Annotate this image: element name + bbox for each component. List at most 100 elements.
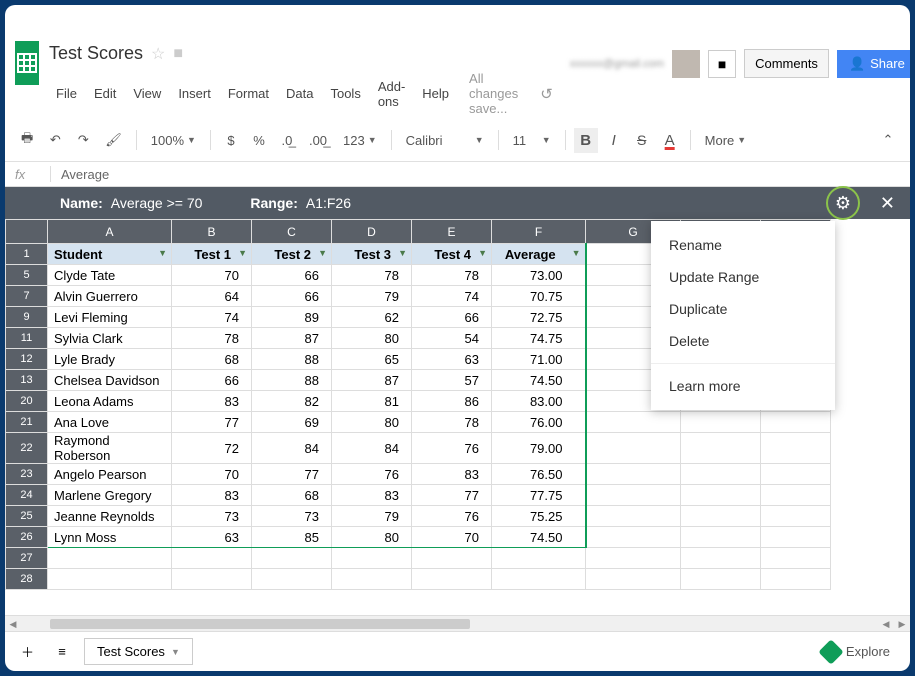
avatar[interactable] [672, 50, 700, 78]
decrease-decimal-icon[interactable]: .0̲ [275, 129, 299, 152]
cell[interactable]: 70 [412, 527, 492, 548]
cell[interactable]: 66 [252, 265, 332, 286]
filter-icon[interactable]: ▼ [238, 248, 247, 258]
cell[interactable]: 83 [332, 485, 412, 506]
col-c[interactable]: C [252, 220, 332, 244]
cell[interactable] [586, 485, 681, 506]
cell[interactable]: 87 [252, 328, 332, 349]
strikethrough-button[interactable]: S [630, 128, 654, 152]
header-t3[interactable]: Test 3▼ [332, 244, 412, 265]
cell[interactable]: 77 [172, 412, 252, 433]
menu-edit[interactable]: Edit [87, 83, 123, 104]
row-head[interactable]: 21 [6, 412, 48, 433]
cell[interactable] [492, 548, 586, 569]
browser-tab[interactable] [30, 7, 210, 35]
cell[interactable] [761, 433, 831, 464]
cell[interactable] [586, 548, 681, 569]
cell[interactable]: 72 [172, 433, 252, 464]
cell[interactable]: 83 [412, 464, 492, 485]
cell[interactable]: 70.75 [492, 286, 586, 307]
cell[interactable] [332, 569, 412, 590]
cell[interactable] [681, 506, 761, 527]
menu-addons[interactable]: Add-ons [371, 76, 412, 112]
filter-icon[interactable]: ▼ [398, 248, 407, 258]
folder-icon[interactable]: ■ [173, 45, 183, 63]
cell[interactable]: 80 [332, 412, 412, 433]
sheets-logo[interactable] [15, 41, 39, 85]
bold-button[interactable]: B [574, 128, 598, 153]
menu-learn-more[interactable]: Learn more [651, 370, 835, 402]
font-dropdown[interactable]: Calibri▼ [400, 130, 490, 151]
cell[interactable]: Raymond Roberson [48, 433, 172, 464]
cell[interactable]: Ana Love [48, 412, 172, 433]
filter-name-value[interactable]: Average >= 70 [111, 195, 203, 211]
cell[interactable]: 66 [412, 307, 492, 328]
cell[interactable] [332, 548, 412, 569]
row-1-head[interactable]: 1 [6, 244, 48, 265]
cell[interactable] [586, 412, 681, 433]
menu-view[interactable]: View [126, 83, 168, 104]
explore-button[interactable]: Explore [812, 639, 900, 665]
menu-tools[interactable]: Tools [323, 83, 367, 104]
menu-update-range[interactable]: Update Range [651, 261, 835, 293]
font-size-dropdown[interactable]: 11▼ [507, 130, 557, 151]
row-head[interactable]: 25 [6, 506, 48, 527]
menu-rename[interactable]: Rename [651, 229, 835, 261]
cell[interactable]: 78 [172, 328, 252, 349]
header-t1[interactable]: Test 1▼ [172, 244, 252, 265]
menu-duplicate[interactable]: Duplicate [651, 293, 835, 325]
row-head[interactable]: 9 [6, 307, 48, 328]
cell[interactable]: 74 [172, 307, 252, 328]
row-head[interactable]: 22 [6, 433, 48, 464]
scroll-thumb[interactable] [50, 619, 470, 629]
cell[interactable]: 62 [332, 307, 412, 328]
cell[interactable] [586, 569, 681, 590]
more-dropdown[interactable]: More▼ [699, 130, 753, 151]
cell[interactable]: Alvin Guerrero [48, 286, 172, 307]
cell[interactable]: 84 [252, 433, 332, 464]
cell[interactable] [172, 548, 252, 569]
row-head[interactable]: 24 [6, 485, 48, 506]
cell[interactable]: 68 [252, 485, 332, 506]
scroll-right-arrow-icon[interactable]: ▶ [894, 616, 910, 632]
cell[interactable]: 86 [412, 391, 492, 412]
sheet-tab[interactable]: Test Scores▼ [84, 638, 193, 665]
row-head[interactable]: 5 [6, 265, 48, 286]
doc-title[interactable]: Test Scores [49, 43, 143, 64]
cell[interactable] [492, 569, 586, 590]
cell[interactable] [681, 464, 761, 485]
cell[interactable]: Angelo Pearson [48, 464, 172, 485]
formula-input[interactable]: Average [61, 167, 109, 182]
text-color-button[interactable]: A [658, 128, 682, 153]
cell[interactable]: 84 [332, 433, 412, 464]
col-e[interactable]: E [412, 220, 492, 244]
cell[interactable] [681, 485, 761, 506]
cell[interactable]: 78 [412, 412, 492, 433]
cell[interactable] [761, 569, 831, 590]
cell[interactable]: 66 [172, 370, 252, 391]
cell[interactable] [761, 527, 831, 548]
italic-button[interactable]: I [602, 128, 626, 153]
cell[interactable] [172, 569, 252, 590]
cell[interactable]: Marlene Gregory [48, 485, 172, 506]
all-sheets-icon[interactable]: ≡ [50, 640, 74, 663]
menu-insert[interactable]: Insert [171, 83, 218, 104]
cell[interactable]: 75.25 [492, 506, 586, 527]
increase-decimal-icon[interactable]: .00̲ [303, 129, 333, 152]
row-head[interactable]: 28 [6, 569, 48, 590]
print-icon[interactable]: 🖶 [15, 125, 39, 155]
close-filter-icon[interactable]: ✕ [880, 193, 895, 214]
cell[interactable]: 78 [412, 265, 492, 286]
cell[interactable]: Lyle Brady [48, 349, 172, 370]
cell[interactable] [48, 548, 172, 569]
cell[interactable]: 76.50 [492, 464, 586, 485]
col-b[interactable]: B [172, 220, 252, 244]
cell[interactable] [586, 527, 681, 548]
cell[interactable]: 81 [332, 391, 412, 412]
cell[interactable]: 54 [412, 328, 492, 349]
cell[interactable]: 79 [332, 506, 412, 527]
header-avg[interactable]: Average▼ [492, 244, 586, 265]
cell[interactable]: 80 [332, 328, 412, 349]
cell[interactable]: 83 [172, 485, 252, 506]
cell[interactable]: 76.00 [492, 412, 586, 433]
